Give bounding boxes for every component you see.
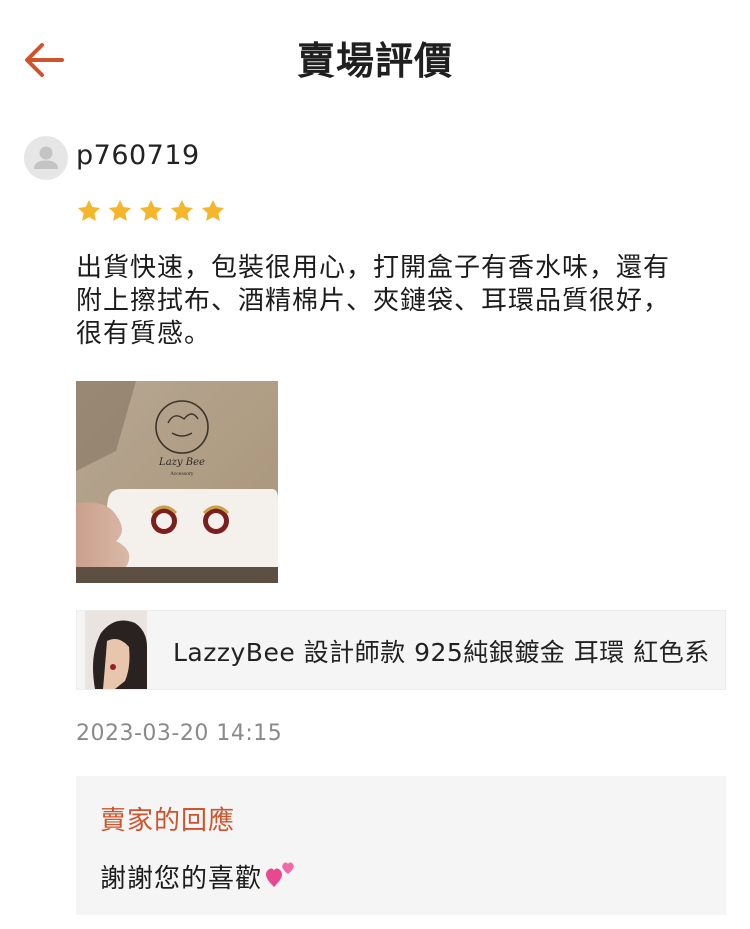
product-name: LazzyBee 設計師款 925純銀鍍金 耳環 紅色系 xyxy=(173,638,710,667)
default-user-icon xyxy=(34,146,58,169)
logo-text: Lazy Bee xyxy=(158,457,205,468)
review-text: 出貨快速，包裝很用心，打開盒子有香水味，還有 附上擦拭布、酒精棉片、夾鏈袋、耳環… xyxy=(76,253,671,349)
username: p760719 xyxy=(76,140,200,171)
seller-reply-title: 賣家的回應 xyxy=(100,806,236,836)
app-header: 賣場評價 xyxy=(0,0,750,118)
two-hearts-icon xyxy=(266,862,294,887)
review-photo-image: Lazy Bee Accessory xyxy=(76,381,278,583)
seller-reply-text: 謝謝您的喜歡 xyxy=(100,864,263,894)
page-title: 賣場評價 xyxy=(296,39,453,83)
star-icon xyxy=(201,199,225,221)
review-photo[interactable]: Lazy Bee Accessory xyxy=(76,381,278,583)
star-icon xyxy=(170,199,194,221)
avatar[interactable] xyxy=(24,136,68,180)
star-rating xyxy=(76,198,226,224)
product-thumbnail xyxy=(85,611,147,689)
product-card[interactable]: LazzyBee 設計師款 925純銀鍍金 耳環 紅色系 xyxy=(76,610,726,690)
star-icon xyxy=(77,199,101,221)
star-icon xyxy=(108,199,132,221)
seller-reply-box: 賣家的回應 謝謝您的喜歡 xyxy=(76,776,726,915)
star-icon xyxy=(139,199,163,221)
seller-reply-content: 謝謝您的喜歡 xyxy=(100,858,298,895)
review-timestamp: 2023-03-20 14:15 xyxy=(76,721,283,746)
logo-subtext: Accessory xyxy=(170,471,194,477)
